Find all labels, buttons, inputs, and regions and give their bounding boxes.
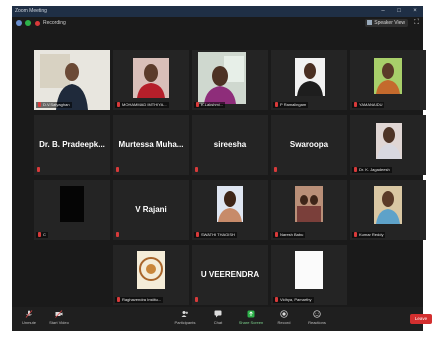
participant-name: U VEERENDRA — [200, 270, 260, 279]
video-camera-muted-icon — [55, 310, 63, 318]
participant-video — [34, 50, 110, 110]
participant-tile[interactable]: SWATHI THAGISH — [192, 180, 268, 240]
participant-photo — [376, 123, 402, 159]
record-icon — [280, 310, 288, 318]
unmute-button[interactable]: Unmute — [16, 310, 42, 325]
participant-name: K.Lakshmi... — [194, 102, 226, 108]
participant-tile[interactable]: Swaroopa — [271, 115, 347, 175]
chat-icon — [214, 310, 222, 318]
meeting-toolbar: Unmute Start Video Participants Chat Sha… — [12, 307, 423, 331]
participant-name: YAMANAIDU — [352, 102, 385, 108]
participant-tile[interactable]: YAMANAIDU — [350, 50, 426, 110]
participant-tile[interactable]: C — [34, 180, 110, 240]
participant-photo — [198, 52, 246, 104]
participant-photo — [374, 58, 402, 94]
participant-name: Naresh Babu — [273, 232, 306, 238]
participant-tile[interactable]: MOHAMMAD IMTHIYA... — [113, 50, 189, 110]
participant-tile[interactable]: sireesha — [192, 115, 268, 175]
chat-label: Chat — [213, 320, 223, 325]
recording-label: Recording — [43, 20, 66, 26]
mic-muted-icon — [195, 167, 198, 172]
participant-photo — [217, 186, 243, 222]
close-button[interactable]: × — [408, 6, 422, 17]
recording-dot-icon — [35, 21, 40, 26]
participant-name: V Rajani — [135, 205, 167, 214]
reactions-button[interactable]: Reactions — [304, 310, 330, 325]
mic-muted-icon — [274, 167, 277, 172]
reactions-label: Reactions — [308, 320, 326, 325]
participant-name: Swaroopa — [289, 140, 329, 149]
participant-name: Dr. K. Jagadeesh — [352, 167, 392, 173]
participant-tile[interactable]: Raghavendra Institu... — [113, 245, 189, 305]
participant-name: Kumar Reddy — [352, 232, 386, 238]
microphone-muted-icon — [25, 310, 33, 318]
participant-tile[interactable]: Murtessa Muha... — [113, 115, 189, 175]
start-video-label: Start Video — [49, 320, 69, 325]
participant-photo — [295, 58, 325, 96]
participant-name: Vidhya, Pamarthy — [273, 297, 314, 303]
participant-tile[interactable]: Kumar Reddy — [350, 180, 426, 240]
leave-button[interactable]: Leave — [410, 314, 432, 324]
participants-label: Participants — [174, 320, 196, 325]
window-title: Zoom Meeting — [15, 8, 47, 14]
participant-photo — [295, 251, 323, 289]
participant-name: Murtessa Muha... — [118, 140, 184, 149]
mic-muted-icon — [37, 167, 40, 172]
participant-tile[interactable]: Dr. B. Pradeepk... — [34, 115, 110, 175]
mic-muted-icon — [116, 232, 119, 237]
participants-button[interactable]: Participants — [172, 310, 198, 325]
participant-photo — [137, 251, 165, 289]
participant-photo — [133, 58, 169, 98]
participant-tile[interactable]: K.Lakshmi... — [192, 50, 268, 110]
participant-tile[interactable]: Dr. K. Jagadeesh — [350, 115, 426, 175]
minimize-button[interactable]: – — [376, 6, 390, 17]
record-button[interactable]: Record — [271, 310, 297, 325]
participant-tile[interactable]: Naresh Babu — [271, 180, 347, 240]
security-shield-icon[interactable] — [25, 20, 31, 26]
grid-icon — [367, 20, 373, 25]
participant-tile[interactable]: D.V.Satyaghan — [34, 50, 110, 110]
participant-name: SWATHI THAGISH — [194, 232, 237, 238]
participant-name: sireesha — [213, 140, 247, 149]
mic-muted-icon — [116, 167, 119, 172]
participant-photo — [374, 186, 402, 224]
unmute-label: Unmute — [21, 320, 36, 325]
participant-name: D.V.Satyaghan — [36, 102, 72, 108]
title-bar: Zoom Meeting – □ × — [12, 6, 423, 17]
participant-name: C — [36, 232, 48, 238]
participant-name: Dr. B. Pradeepk... — [39, 140, 105, 149]
fullscreen-icon[interactable]: ⛶ — [414, 19, 419, 27]
maximize-button[interactable]: □ — [392, 6, 406, 17]
meeting-info-icon[interactable] — [16, 20, 22, 26]
participant-name: MOHAMMAD IMTHIYA... — [115, 102, 169, 108]
participant-tile[interactable]: P Ramalingam — [271, 50, 347, 110]
participant-name: Raghavendra Institu... — [115, 297, 164, 303]
participant-photo — [60, 186, 84, 222]
participant-tile[interactable]: V Rajani — [113, 180, 189, 240]
meeting-top-bar: Recording Speaker View ⛶ — [12, 17, 423, 30]
participant-tile[interactable]: Vidhya, Pamarthy — [271, 245, 347, 305]
record-label: Record — [277, 320, 291, 325]
zoom-window: Zoom Meeting – □ × Recording Speaker Vie… — [12, 6, 426, 331]
share-screen-icon — [247, 310, 255, 318]
participant-photo — [295, 186, 323, 222]
participant-tile[interactable]: U VEERENDRA — [192, 245, 268, 305]
reactions-smiley-icon — [313, 310, 321, 318]
speaker-view-label: Speaker View — [374, 20, 405, 26]
participant-name: P Ramalingam — [273, 102, 309, 108]
share-screen-label: Share Screen — [238, 320, 264, 325]
start-video-button[interactable]: Start Video — [46, 310, 72, 325]
participants-icon — [181, 311, 188, 317]
speaker-view-button[interactable]: Speaker View — [365, 19, 408, 27]
chat-button[interactable]: Chat — [205, 310, 231, 325]
share-screen-button[interactable]: Share Screen — [238, 310, 264, 325]
mic-muted-icon — [195, 297, 198, 302]
